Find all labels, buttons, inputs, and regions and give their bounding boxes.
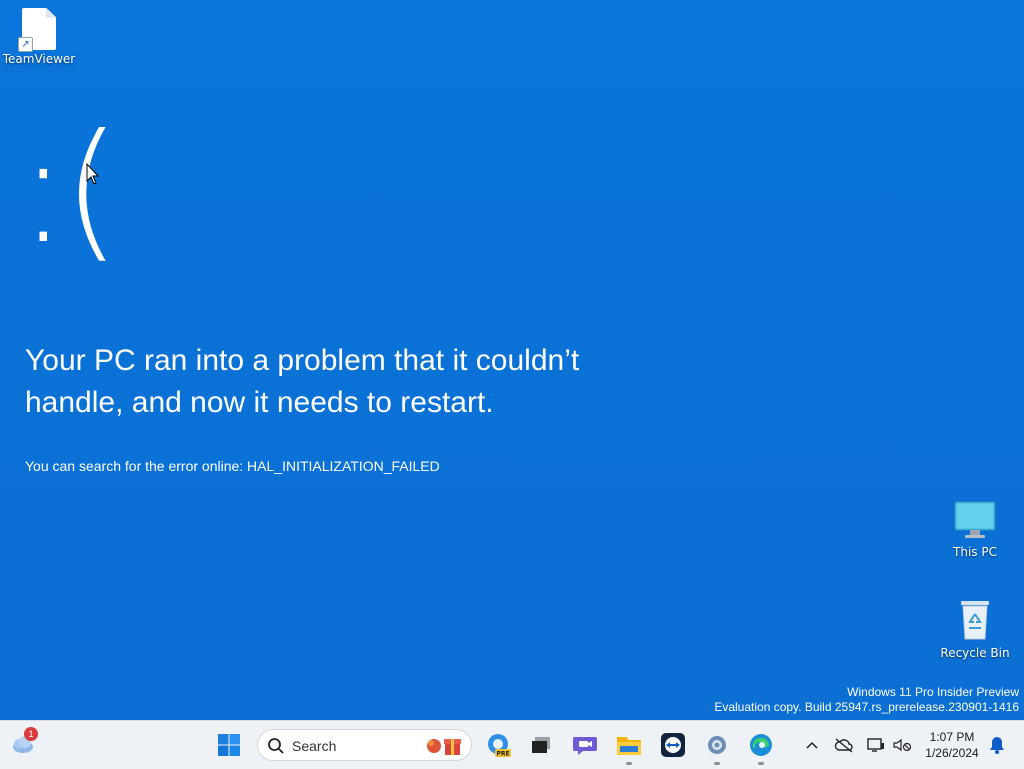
shortcut-arrow-icon: ↗ bbox=[18, 37, 33, 52]
desktop-icon-label: TeamViewer bbox=[2, 52, 76, 66]
chat-icon bbox=[573, 737, 597, 755]
running-indicator bbox=[714, 762, 720, 765]
taskbar-search[interactable]: Search bbox=[257, 729, 472, 761]
monitor-icon bbox=[954, 501, 996, 538]
taskbar-app-meet[interactable] bbox=[569, 729, 601, 761]
file-icon: ↗ bbox=[18, 8, 56, 52]
recycle-bin-icon bbox=[961, 601, 989, 640]
taskbar-app-teamviewer[interactable] bbox=[657, 729, 689, 761]
gear-icon bbox=[708, 736, 726, 754]
search-placeholder: Search bbox=[292, 738, 337, 754]
watermark-line-1: Windows 11 Pro Insider Preview bbox=[847, 685, 1019, 699]
windows-logo-icon bbox=[218, 734, 240, 756]
taskbar-app-task-view[interactable] bbox=[525, 729, 557, 761]
mouse-cursor-icon bbox=[86, 163, 100, 185]
tray-onedrive[interactable] bbox=[831, 729, 857, 761]
evaluation-watermark: Windows 11 Pro Insider Preview Evaluatio… bbox=[714, 685, 1019, 715]
bsod-heading: Your PC ran into a problem that it could… bbox=[25, 344, 580, 419]
network-icon bbox=[867, 738, 884, 752]
chevron-up-icon bbox=[806, 741, 818, 749]
taskbar-app-settings[interactable] bbox=[701, 729, 733, 765]
cloud-offline-icon bbox=[834, 738, 853, 753]
watermark-line-2: Evaluation copy. Build 25947.rs_prerelea… bbox=[714, 700, 1019, 714]
widgets-button[interactable]: 1 bbox=[6, 727, 38, 761]
running-indicator bbox=[626, 762, 632, 765]
desktop-icon-label: This PC bbox=[953, 545, 997, 559]
notification-badge: 1 bbox=[24, 727, 38, 741]
copilot-pre-icon: PRE bbox=[488, 734, 511, 758]
clock-time: 1:07 PM bbox=[929, 730, 975, 744]
taskbar-app-copilot[interactable]: PRE bbox=[482, 729, 514, 761]
tray-network[interactable] bbox=[863, 729, 889, 761]
taskbar: 1 Search PRE 1:07 PM 1/26/2024 bbox=[0, 720, 1024, 769]
desktop-icon-label: Recycle Bin bbox=[940, 646, 1010, 660]
clock-date: 1/26/2024 bbox=[925, 746, 979, 760]
desktop: ↗ TeamViewer :( Your PC ran into a probl… bbox=[0, 0, 1024, 720]
edge-icon bbox=[750, 734, 772, 756]
search-highlight-gift-icon bbox=[427, 739, 461, 755]
desktop-icon-teamviewer[interactable]: ↗ TeamViewer bbox=[1, 8, 77, 66]
desktop-icon-this-pc[interactable]: This PC bbox=[937, 500, 1013, 559]
taskbar-app-edge[interactable] bbox=[745, 729, 777, 765]
svg-text:PRE: PRE bbox=[496, 751, 509, 758]
show-hidden-icons-button[interactable] bbox=[800, 729, 824, 761]
folder-icon bbox=[617, 737, 641, 755]
search-icon bbox=[268, 738, 284, 754]
desktop-icon-recycle-bin[interactable]: Recycle Bin bbox=[937, 597, 1013, 660]
teamviewer-icon bbox=[661, 733, 685, 757]
running-indicator bbox=[758, 762, 764, 765]
start-button[interactable] bbox=[213, 729, 245, 761]
bell-icon bbox=[990, 737, 1004, 754]
speaker-muted-icon bbox=[893, 738, 912, 752]
tray-volume[interactable] bbox=[889, 729, 915, 761]
notifications-button[interactable] bbox=[985, 729, 1009, 761]
taskbar-app-file-explorer[interactable] bbox=[613, 729, 645, 765]
task-view-icon bbox=[532, 737, 550, 753]
system-clock[interactable]: 1:07 PM 1/26/2024 bbox=[918, 729, 986, 761]
sad-face: :( bbox=[18, 103, 121, 277]
bsod-error-code: You can search for the error online: HAL… bbox=[25, 458, 440, 474]
